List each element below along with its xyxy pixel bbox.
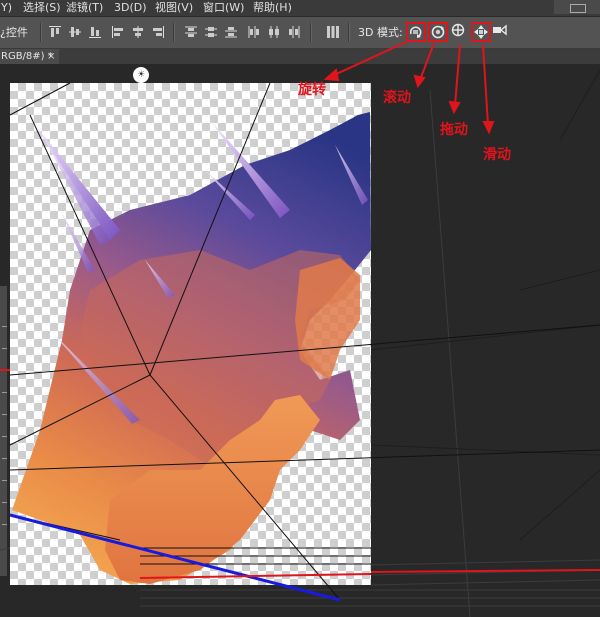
- toolbar-separator: [173, 23, 175, 42]
- menu-item-3d[interactable]: 3D(D): [114, 0, 147, 16]
- document-canvas[interactable]: [10, 83, 371, 585]
- roll-3d-mode-button[interactable]: [428, 22, 448, 42]
- menu-item-help[interactable]: 帮助(H): [253, 0, 292, 16]
- annotation-roll: 滚动: [383, 90, 411, 106]
- options-bar: ¿控件 3D 模式:: [0, 17, 600, 49]
- menu-item-view[interactable]: 视图(V): [155, 0, 193, 16]
- drag-3d-mode-button[interactable]: [450, 22, 470, 42]
- align-bottom-edges-icon[interactable]: [88, 25, 102, 39]
- show-transform-controls-label[interactable]: ¿控件: [0, 17, 28, 48]
- slide-3d-icon: [474, 25, 488, 39]
- distribute-top-icon[interactable]: [184, 25, 198, 39]
- distribute-bottom-icon[interactable]: [224, 25, 238, 39]
- rotate-3d-mode-button[interactable]: [406, 22, 426, 42]
- window-restore-button[interactable]: [554, 0, 600, 14]
- document-tab-bar: RGB/8#) * ×: [0, 49, 600, 64]
- align-right-edges-icon[interactable]: [151, 25, 165, 39]
- panel-tick: [2, 326, 7, 327]
- menu-item-window[interactable]: 窗口(W): [203, 0, 244, 16]
- panel-tick: [2, 436, 7, 437]
- align-left-edges-icon[interactable]: [111, 25, 125, 39]
- menu-item-type[interactable]: Y): [1, 0, 12, 16]
- toolbar-separator: [310, 23, 312, 42]
- auto-align-layers-icon[interactable]: [326, 25, 340, 39]
- align-top-edges-icon[interactable]: [48, 25, 62, 39]
- distribute-left-icon[interactable]: [247, 25, 261, 39]
- scale-3d-mode-button[interactable]: [492, 22, 512, 42]
- toolbar-separator: [40, 23, 42, 42]
- panel-tick: [2, 524, 7, 525]
- panel-tick: [2, 458, 7, 459]
- panel-tick: [2, 392, 7, 393]
- panel-tick: [2, 370, 7, 371]
- annotation-rotate: 旋转: [298, 82, 326, 98]
- panel-tick: [2, 502, 7, 503]
- tab-close-icon[interactable]: ×: [47, 49, 57, 64]
- panel-tick: [2, 414, 7, 415]
- slide-3d-mode-button[interactable]: [471, 22, 491, 42]
- document-tab-label: RGB/8#) *: [1, 51, 53, 62]
- menu-bar: Y) 选择(S) 滤镜(T) 3D(D) 视图(V) 窗口(W) 帮助(H): [0, 0, 600, 17]
- distribute-hcenter-icon[interactable]: [267, 25, 281, 39]
- scale-3d-icon: [493, 24, 507, 36]
- distribute-right-icon[interactable]: [287, 25, 301, 39]
- align-horizontal-centers-icon[interactable]: [131, 25, 145, 39]
- align-vertical-centers-icon[interactable]: [68, 25, 82, 39]
- distribute-vcenter-icon[interactable]: [204, 25, 218, 39]
- toolbar-separator: [348, 23, 350, 42]
- panel-tick: [2, 348, 7, 349]
- document-tab[interactable]: RGB/8#) * ×: [0, 49, 59, 64]
- annotation-drag: 拖动: [440, 122, 468, 138]
- annotation-slide: 滑动: [483, 147, 511, 163]
- 3d-mode-label: 3D 模式:: [358, 26, 403, 39]
- collapsed-side-panel[interactable]: [0, 286, 7, 576]
- panel-tick: [2, 480, 7, 481]
- rotate-3d-icon: [409, 26, 422, 38]
- menu-item-filter[interactable]: 滤镜(T): [66, 0, 103, 16]
- drag-3d-icon: [451, 23, 465, 37]
- menu-item-select[interactable]: 选择(S): [23, 0, 61, 16]
- roll-3d-icon: [431, 25, 445, 39]
- infinite-light-icon[interactable]: ☀: [133, 67, 149, 83]
